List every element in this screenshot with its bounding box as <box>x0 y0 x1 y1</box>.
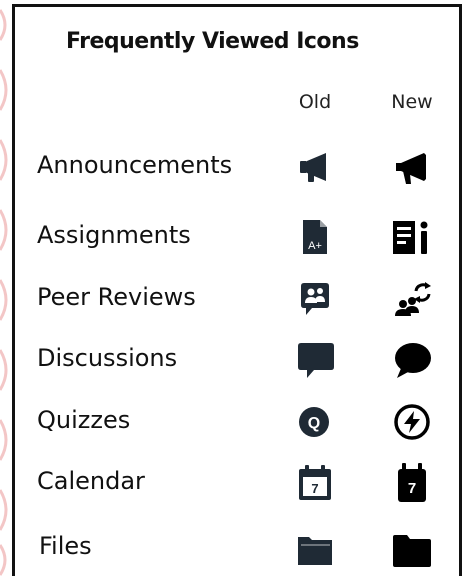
column-header-new: New <box>391 91 433 113</box>
assignment-document-old-icon: A+ <box>294 216 336 258</box>
row-label: Assignments <box>37 221 191 249</box>
peer-review-old-icon <box>294 278 336 320</box>
speech-bubble-old-icon <box>294 339 336 381</box>
row-label: Announcements <box>37 151 233 179</box>
icon-row-announcements: Announcements <box>0 143 472 191</box>
row-label: Calendar <box>37 467 145 495</box>
icon-row-quizzes: Quizzes Q <box>0 398 472 446</box>
icon-row-assignments: Assignments A+ <box>0 213 472 261</box>
quiz-letter-text: Q <box>308 415 320 432</box>
quiz-q-old-icon: Q <box>294 401 336 443</box>
quiz-bolt-new-icon <box>391 401 433 443</box>
column-header-old: Old <box>298 91 332 113</box>
peer-review-new-icon <box>391 278 433 320</box>
row-label: Files <box>39 532 92 560</box>
calendar-old-icon: 7 <box>294 462 336 504</box>
calendar-day-old-text: 7 <box>311 481 318 496</box>
folder-old-icon <box>294 527 336 569</box>
assignment-document-new-icon <box>391 216 433 258</box>
row-label: Discussions <box>37 344 178 372</box>
calendar-new-icon: 7 <box>391 462 433 504</box>
icon-row-discussions: Discussions <box>0 336 472 384</box>
assignment-badge-text: A+ <box>308 240 322 252</box>
megaphone-new-icon <box>391 146 433 188</box>
row-label: Peer Reviews <box>37 283 196 311</box>
icon-row-calendar: Calendar 7 7 <box>0 459 472 507</box>
row-label: Quizzes <box>37 406 131 434</box>
calendar-day-new-text: 7 <box>408 480 416 497</box>
folder-new-icon <box>391 527 433 569</box>
panel-title: Frequently Viewed Icons <box>66 29 359 54</box>
icon-row-files: Files <box>0 524 472 572</box>
speech-bubble-new-icon <box>391 339 433 381</box>
icon-row-peer-reviews: Peer Reviews <box>0 275 472 323</box>
megaphone-old-icon <box>294 146 336 188</box>
